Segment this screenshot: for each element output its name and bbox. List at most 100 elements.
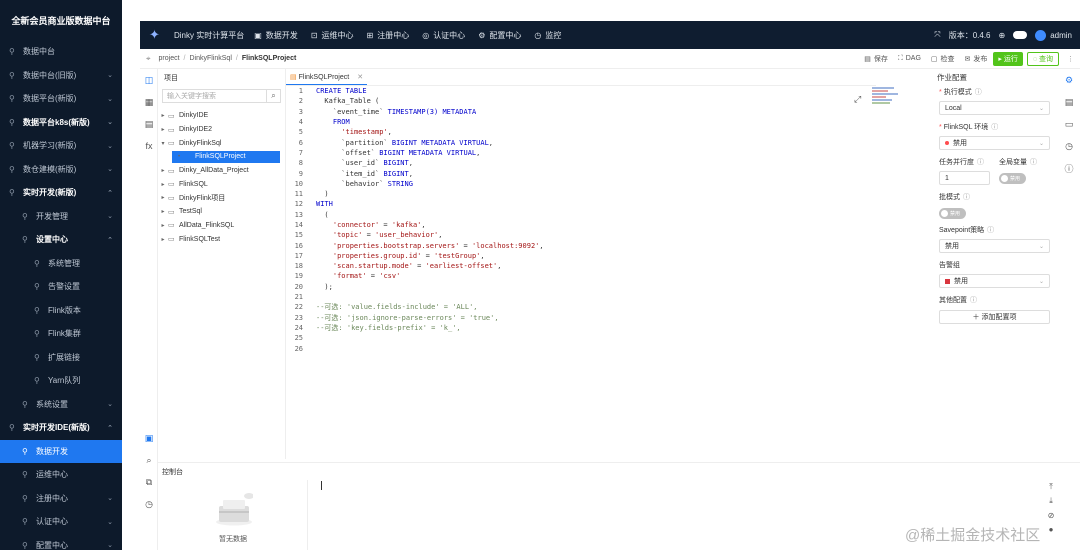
nav-item-5[interactable]: ◷ 监控	[534, 30, 561, 41]
caret-down-icon[interactable]: ▾	[158, 140, 168, 147]
sidebar-item-7[interactable]: ⚲ 开发管理 ⌄	[0, 205, 122, 229]
console-icon[interactable]: ▣	[140, 427, 158, 449]
more-icon[interactable]: ⋮	[1067, 55, 1074, 63]
sidebar-item-11[interactable]: ⚲ Flink版本	[0, 299, 122, 323]
nav-item-0[interactable]: ▣ 数据开发	[254, 30, 298, 41]
check-button[interactable]: ▢ 检查	[931, 54, 955, 64]
code-line[interactable]: 14 'connector' = 'kafka',	[286, 220, 876, 230]
code-line[interactable]: 20 );	[286, 282, 876, 292]
sidebar-item-18[interactable]: ⚲ 运维中心	[0, 463, 122, 487]
scroll-bottom-icon[interactable]: ⤓	[1044, 494, 1058, 508]
expand-icon[interactable]: ⤢	[854, 95, 861, 105]
code-line[interactable]: 23 --可选: 'json.ignore-parse-errors' = 'tr…	[286, 313, 876, 323]
fullscreen-icon[interactable]: ⤧	[934, 30, 940, 40]
function-icon[interactable]: fx	[140, 135, 158, 157]
search-icon[interactable]: ⌕	[140, 449, 158, 471]
alert-select[interactable]: 禁用 ⌄	[939, 274, 1050, 288]
save-button[interactable]: ▤ 保存	[864, 54, 888, 64]
tree-node[interactable]: ▸ ▭ FlinkSQL	[158, 177, 285, 191]
code-line[interactable]: 6 `partition` BIGINT METADATA VIRTUAL,	[286, 137, 876, 147]
language-icon[interactable]: ⊕	[999, 31, 1006, 40]
code-line[interactable]: 16 'properties.bootstrap.servers' = 'loc…	[286, 240, 876, 250]
code-line[interactable]: 1 CREATE TABLE	[286, 86, 876, 96]
caret-right-icon[interactable]: ▸	[158, 167, 168, 174]
code-line[interactable]: 4 FROM	[286, 117, 876, 127]
info-icon[interactable]: ⓘ	[1058, 157, 1080, 179]
code-line[interactable]: 8 `user_id` BIGINT,	[286, 158, 876, 168]
code-line[interactable]: 11 )	[286, 189, 876, 199]
code-line[interactable]: 10 `behavior` STRING	[286, 179, 876, 189]
sidebar-item-0[interactable]: ⚲ 数据中台	[0, 40, 122, 64]
tree-search-input[interactable]: 输入关键字搜索 ⌕	[162, 89, 281, 103]
minimap[interactable]	[872, 87, 902, 113]
sidebar-item-13[interactable]: ⚲ 扩展链接	[0, 346, 122, 370]
sidebar-item-4[interactable]: ⚲ 机器学习(新版) ⌄	[0, 134, 122, 158]
code-line[interactable]: 22 --可选: 'value.fields-include' = 'ALL',	[286, 302, 876, 312]
tree-node[interactable]: ▸ ▭ DinkyFlink项目	[158, 191, 285, 205]
nav-item-1[interactable]: ⊡ 运维中心	[311, 30, 354, 41]
tree-node[interactable]: ▾ ▭ DinkyFlinkSql	[158, 136, 285, 150]
nav-item-3[interactable]: ◎ 认证中心	[422, 30, 465, 41]
run-button[interactable]: ▸ 运行	[993, 51, 1023, 66]
search-icon[interactable]: ⌕	[266, 90, 280, 102]
env-select[interactable]: 禁用 ⌄	[939, 136, 1050, 150]
sidebar-item-5[interactable]: ⚲ 数仓建模(新版) ⌄	[0, 158, 122, 182]
code-line[interactable]: 15 'topic' = 'user_behavior',	[286, 230, 876, 240]
global-var-switch[interactable]: 禁用	[999, 173, 1026, 184]
code-line[interactable]: 2 Kafka_Table (	[286, 96, 876, 106]
theme-toggle[interactable]	[1013, 31, 1028, 39]
console-input-cursor[interactable]	[321, 481, 322, 490]
clear-icon[interactable]: ⊘	[1044, 508, 1058, 522]
dag-button[interactable]: ⛶ DAG	[898, 55, 921, 63]
code-line[interactable]: 9 `item_id` BIGINT,	[286, 168, 876, 178]
caret-right-icon[interactable]: ▸	[158, 126, 168, 133]
tree-node[interactable]: ▸ ▭ DinkyIDE2	[158, 123, 285, 137]
sidebar-item-20[interactable]: ⚲ 认证中心 ⌄	[0, 510, 122, 534]
tree-node[interactable]: • FlinkSQLProject	[158, 150, 285, 164]
code-line[interactable]: 26	[286, 343, 876, 353]
sidebar-item-14[interactable]: ⚲ Yarn队列	[0, 369, 122, 393]
code-line[interactable]: 12 WITH	[286, 199, 876, 209]
settings-icon[interactable]: ⚙	[1058, 69, 1080, 91]
scroll-top-icon[interactable]: ⤒	[1044, 480, 1058, 494]
breadcrumb-item-project[interactable]: project	[159, 55, 180, 62]
console-title[interactable]: 控制台	[162, 467, 183, 477]
code-line[interactable]: 18 'scan.startup.mode' = 'earliest-offse…	[286, 261, 876, 271]
catalog-icon[interactable]: ▤	[140, 113, 158, 135]
code-line[interactable]: 25	[286, 333, 876, 343]
table-icon[interactable]: ▦	[140, 91, 158, 113]
code-line[interactable]: 13 (	[286, 210, 876, 220]
tree-node[interactable]: ▸ ▭ FlinkSQLTest	[158, 232, 285, 246]
publish-button[interactable]: ✉ 发布	[965, 54, 988, 64]
avatar[interactable]	[1035, 29, 1047, 41]
caret-right-icon[interactable]: ▸	[158, 222, 168, 229]
sidebar-item-21[interactable]: ⚲ 配置中心 ⌄	[0, 534, 122, 550]
exec-mode-select[interactable]: Local ⌄	[939, 101, 1050, 115]
query-button[interactable]: ◌ 查询	[1026, 51, 1059, 66]
batch-switch[interactable]: 禁用	[939, 208, 966, 219]
username[interactable]: admin	[1050, 31, 1072, 40]
sidebar-item-1[interactable]: ⚲ 数据中台(旧版) ⌄	[0, 64, 122, 88]
code-line[interactable]: 3 `event_time` TIMESTAMP(3) METADATA	[286, 107, 876, 117]
add-config-button[interactable]: ＋ 添加配置项	[939, 310, 1050, 324]
caret-right-icon[interactable]: ▸	[158, 194, 168, 201]
history-icon[interactable]: ◷	[1058, 135, 1080, 157]
caret-right-icon[interactable]: ▸	[158, 208, 168, 215]
tree-node[interactable]: ▸ ▭ Dinky_AllData_Project	[158, 164, 285, 178]
tree-node[interactable]: ▸ ▭ TestSql	[158, 205, 285, 219]
sidebar-item-6[interactable]: ⚲ 实时开发(新版) ⌃	[0, 181, 122, 205]
caret-right-icon[interactable]: ▸	[158, 236, 168, 243]
code-line[interactable]: 21	[286, 292, 876, 302]
close-icon[interactable]: ✕	[357, 73, 363, 81]
code-line[interactable]: 5 'timestamp',	[286, 127, 876, 137]
sidebar-item-2[interactable]: ⚲ 数据平台(新版) ⌄	[0, 87, 122, 111]
tab-flinksqlproject[interactable]: ▤ FlinkSQLProject ✕	[286, 70, 368, 85]
list-icon[interactable]: ▤	[1058, 91, 1080, 113]
sidebar-item-8[interactable]: ⚲ 设置中心 ⌃	[0, 228, 122, 252]
sidebar-item-19[interactable]: ⚲ 注册中心 ⌄	[0, 487, 122, 511]
tree-node[interactable]: ▸ ▭ DinkyIDE	[158, 109, 285, 123]
sidebar-item-9[interactable]: ⚲ 系统管理	[0, 252, 122, 276]
code-line[interactable]: 24 --可选: 'key.fields-prefix' = 'k_',	[286, 323, 876, 333]
breadcrumb-item-folder[interactable]: DinkyFlinkSql	[189, 55, 231, 62]
sidebar-item-12[interactable]: ⚲ Flink集群	[0, 322, 122, 346]
